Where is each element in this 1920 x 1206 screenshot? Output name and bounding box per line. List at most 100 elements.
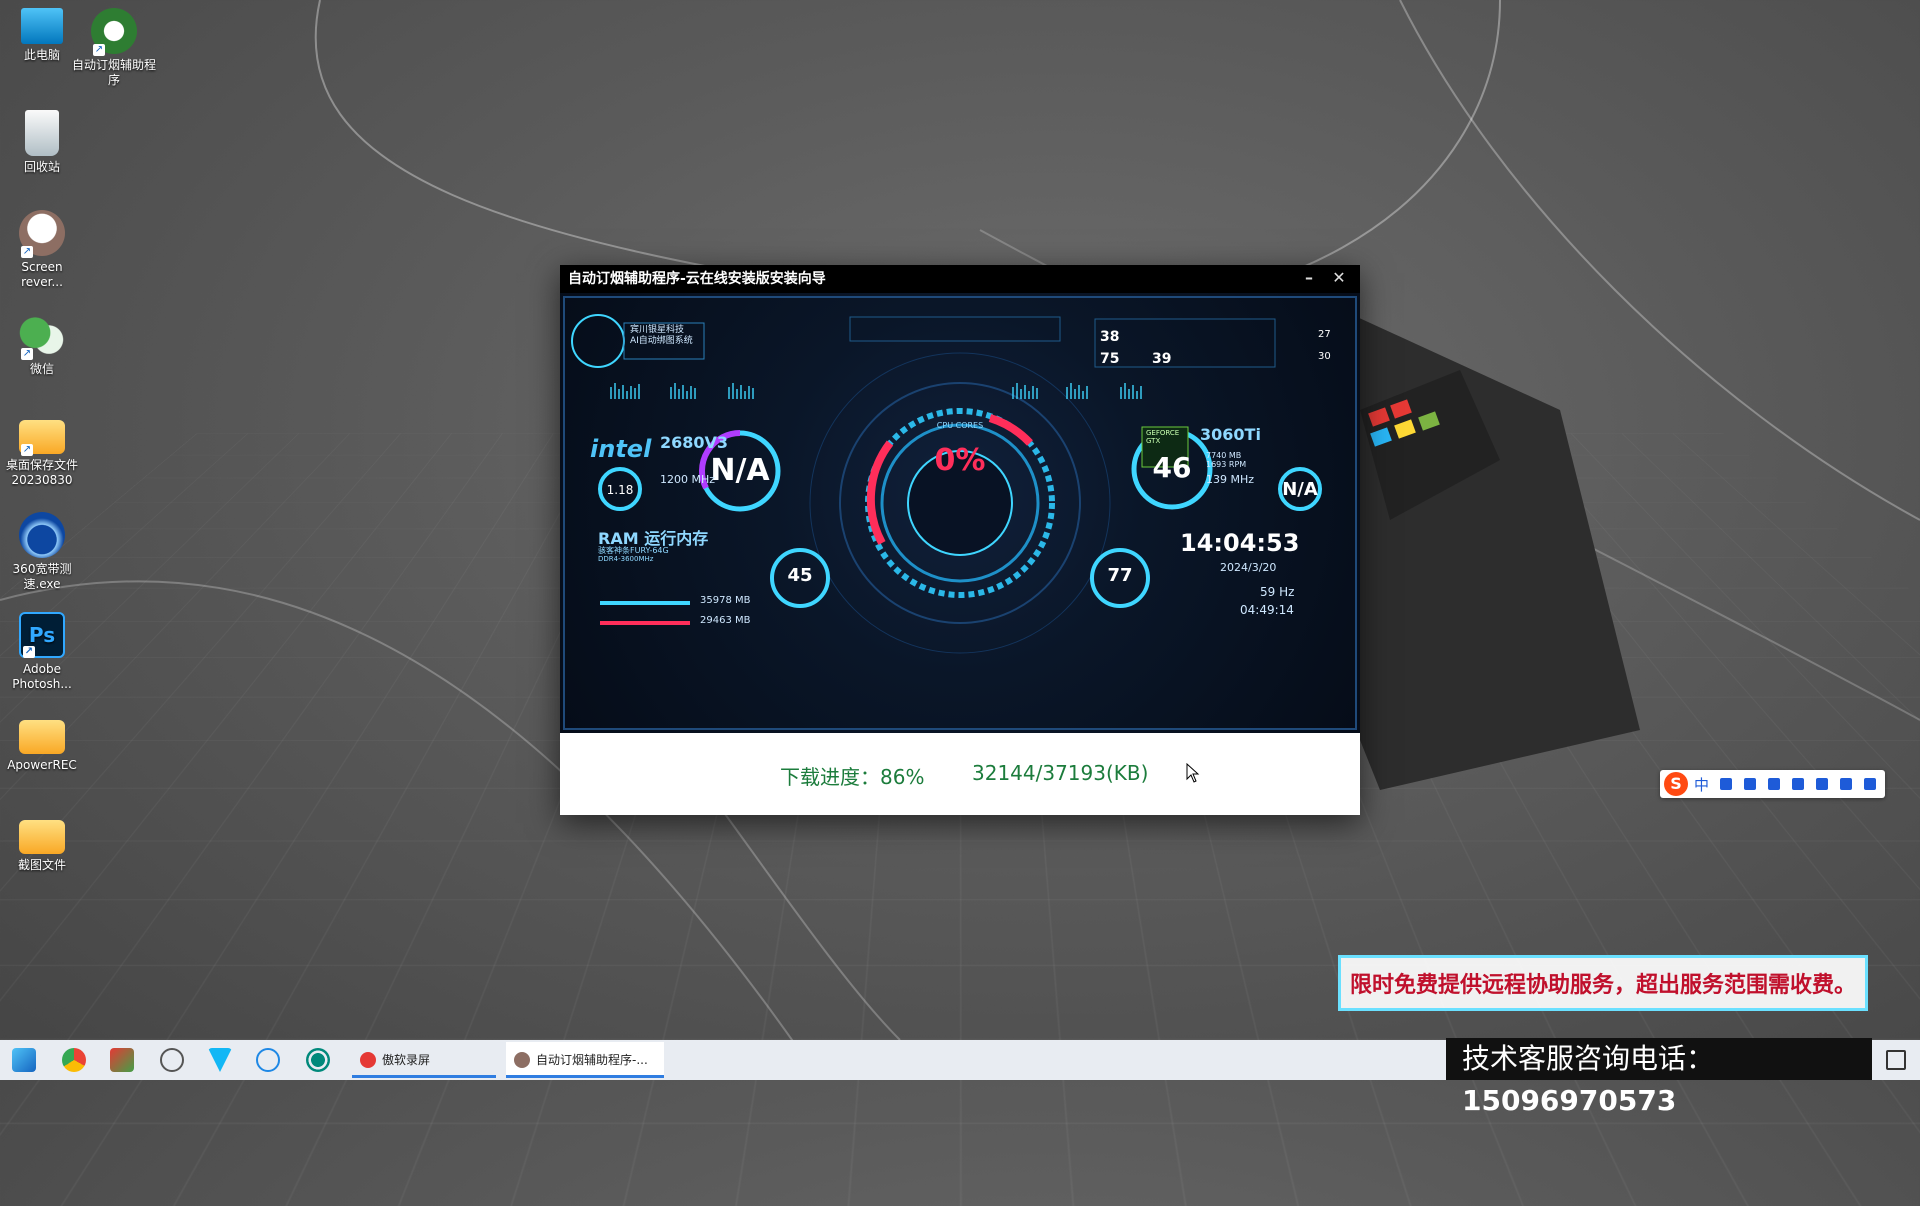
shortcut-arrow-icon: ↗	[21, 444, 33, 456]
top-stat-2: 75	[1100, 351, 1120, 367]
punctuation-icon[interactable]	[1720, 778, 1732, 790]
cpu-temp-value: N/A	[710, 453, 770, 488]
gpu-mem: 7740 MB	[1206, 451, 1242, 460]
desktop-icon-speedtest[interactable]: 360宽带测速.exe	[0, 512, 84, 592]
gear-app-icon[interactable]	[306, 1048, 330, 1072]
brand-line-2: AI自动绑图系统	[630, 336, 693, 346]
desktop-icon-screen[interactable]: ↗ Screen rever...	[0, 210, 84, 290]
desktop-icon-label: Screen rever...	[21, 260, 63, 289]
cpu-usage-value: 0%	[934, 443, 986, 478]
task-active-indicator	[506, 1075, 664, 1078]
desktop-icon-photoshop[interactable]: Ps ↗ Adobe Photosh...	[0, 612, 84, 692]
progress-label: 下载进度：86%	[780, 765, 925, 789]
ram-used: 35978 MB	[700, 595, 751, 606]
top-stat-3: 39	[1152, 351, 1172, 367]
desktop-icon-screenshots[interactable]: 截图文件	[0, 812, 84, 873]
cpu-brand: intel	[590, 435, 652, 463]
desktop-icon-app[interactable]: ↗ 自动订烟辅助程序	[72, 8, 156, 88]
desktop-icon-label: Adobe Photosh...	[12, 662, 72, 691]
promo-text: 限时免费提供远程协助服务，超出服务范围需收费。	[1349, 973, 1856, 998]
settings-icon[interactable]	[1864, 778, 1876, 790]
recycle-bin-icon	[25, 110, 59, 156]
task-label: 傲软录屏	[382, 1053, 431, 1067]
computer-icon	[21, 8, 63, 44]
brand-line-1: 宾川银星科技	[630, 325, 685, 335]
vpn-icon[interactable]	[208, 1048, 232, 1072]
keyboard-icon[interactable]	[1768, 778, 1780, 790]
gpu-rpm: 1693 RPM	[1206, 460, 1247, 469]
refresh-rate: 59 Hz	[1260, 585, 1295, 599]
app-icon	[514, 1052, 530, 1068]
shortcut-arrow-icon: ↗	[21, 246, 33, 258]
banner-frame	[563, 296, 1357, 730]
shortcut-arrow-icon: ↗	[21, 348, 33, 360]
desktop-icon-apowerrec[interactable]: ApowerREC	[0, 712, 84, 773]
hardware-monitor-banner: 宾川银星科技 AI自动绑图系统 intel 2680V3 N/A 1200 MH…	[560, 293, 1360, 733]
screen-recorder-icon: ↗	[19, 210, 65, 258]
app-shortcut-icon: ↗	[91, 8, 137, 56]
record-icon	[360, 1052, 376, 1068]
wechat-icon: ↗	[19, 312, 65, 360]
ime-mode-toggle[interactable]: 中	[1694, 774, 1709, 795]
toolbox-icon[interactable]	[1840, 778, 1852, 790]
cpu-ring-label: CPU CORES	[936, 421, 984, 430]
gpu-na: N/A	[1282, 479, 1318, 500]
desktop-icon-label: 桌面保存文件20230830	[5, 458, 78, 487]
window-titlebar[interactable]: 自动订烟辅助程序-云在线安装版安装向导 – ✕	[560, 265, 1360, 293]
notification-icon[interactable]	[1886, 1050, 1906, 1070]
gpu-freq: 139 MHz	[1206, 473, 1255, 486]
start-menu-icon[interactable]	[12, 1048, 36, 1072]
promo-banner: 限时免费提供远程协助服务，超出服务范围需收费。	[1338, 955, 1868, 1011]
sogou-logo-icon: S	[1664, 772, 1688, 796]
mouse-cursor-icon	[1186, 763, 1200, 783]
clock-time: 14:04:53	[1180, 529, 1300, 557]
cpu-volt: 1.18	[606, 483, 634, 497]
gpu-badge: GEFORCE GTX	[1146, 429, 1180, 445]
speedtest-icon	[19, 512, 65, 558]
top-stat-4: 27	[1318, 329, 1331, 340]
minimize-button[interactable]: –	[1294, 265, 1324, 293]
shortcut-arrow-icon: ↗	[23, 646, 35, 658]
chrome-icon[interactable]	[62, 1048, 86, 1072]
emoji-icon[interactable]	[1816, 778, 1828, 790]
ram-gauge-value: 45	[787, 565, 813, 586]
close-button[interactable]: ✕	[1324, 265, 1354, 293]
chat-icon[interactable]	[256, 1048, 280, 1072]
desktop-icon-label: 360宽带测速.exe	[12, 562, 72, 591]
hotline-number: 15096970573	[1462, 1084, 1677, 1117]
hotline-label: 技术客服咨询电话：	[1462, 1042, 1715, 1075]
desktop-icon-folder-save[interactable]: ↗ 桌面保存文件20230830	[0, 412, 84, 488]
top-stat-5: 30	[1318, 351, 1331, 362]
desktop-icon-recycle[interactable]: 回收站	[0, 110, 84, 175]
hotline-banner: 技术客服咨询电话： 15096970573	[1446, 1038, 1872, 1117]
download-progress-panel: 下载进度：86% 32144/37193(KB)	[560, 733, 1360, 815]
gpu-model: 3060Ti	[1200, 425, 1261, 444]
gpu-mem-info: 7740 MB 1693 RPM	[1206, 451, 1246, 469]
installer-window: 自动订烟辅助程序-云在线安装版安装向导 – ✕ 宾川银星科技 AI自动绑图系统 …	[560, 265, 1360, 815]
task-installer[interactable]: 自动订烟辅助程序-...	[506, 1042, 664, 1078]
shortcut-arrow-icon: ↗	[93, 44, 105, 56]
ram-type: DDR4-3600MHz	[598, 555, 654, 563]
cpu-model: 2680V3	[660, 433, 729, 452]
desktop-icon-label: 回收站	[23, 160, 60, 174]
clock-date: 2024/3/20	[1220, 561, 1277, 574]
gpu-temp-value: 46	[1152, 451, 1192, 484]
browser-icon[interactable]	[160, 1048, 184, 1072]
wps-icon[interactable]	[110, 1048, 134, 1072]
disk-gauge-value: 77	[1107, 565, 1133, 586]
skin-icon[interactable]	[1792, 778, 1804, 790]
uptime: 04:49:14	[1240, 603, 1294, 617]
ime-toolbar[interactable]: S 中	[1660, 770, 1885, 798]
microphone-icon[interactable]	[1744, 778, 1756, 790]
photoshop-icon: Ps ↗	[19, 612, 65, 658]
task-label: 自动订烟辅助程序-...	[536, 1053, 648, 1067]
cpu-freq: 1200 MHz	[660, 473, 716, 486]
folder-icon	[19, 820, 65, 854]
ram-free: 29463 MB	[700, 615, 751, 626]
desktop-icon-wechat[interactable]: ↗ 微信	[0, 312, 84, 377]
desktop-icon-label: 自动订烟辅助程序	[72, 58, 157, 87]
folder-icon	[19, 720, 65, 754]
task-active-indicator	[352, 1075, 496, 1078]
top-stat-1: 38	[1100, 329, 1120, 345]
task-recorder[interactable]: 傲软录屏	[352, 1042, 496, 1078]
